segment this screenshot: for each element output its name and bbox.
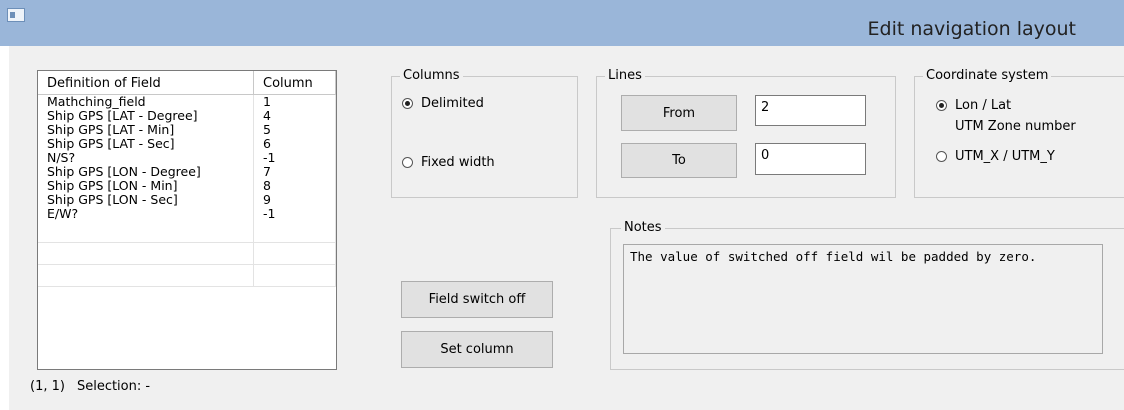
column-number-cell[interactable]: 1 (254, 95, 336, 109)
table-row[interactable]: Ship GPS [LON - Degree] 7 (38, 165, 336, 179)
column-number-cell[interactable]: -1 (254, 151, 336, 165)
lines-group: Lines From 2 To 0 (596, 68, 896, 198)
table-row[interactable]: Ship GPS [LAT - Sec] 6 (38, 137, 336, 151)
notes-group: Notes The value of switched off field wi… (610, 220, 1124, 370)
column-header-column[interactable]: Column (254, 71, 336, 94)
delimited-radio-dot[interactable] (402, 98, 413, 109)
status-line: (1, 1) Selection: - (30, 379, 162, 394)
column-number-cell[interactable]: -1 (254, 207, 336, 221)
field-definition-cell[interactable]: Mathching_field (38, 95, 254, 109)
set-column-button[interactable]: Set column (401, 331, 553, 368)
title-bar: Edit navigation layout (0, 0, 1124, 46)
notes-group-label: Notes (621, 220, 665, 236)
fixed-width-radio-dot[interactable] (402, 157, 413, 168)
to-line-field[interactable]: 0 (755, 143, 866, 175)
empty-cell[interactable] (38, 221, 254, 242)
empty-cell[interactable] (38, 243, 254, 264)
coordinate-system-label: Coordinate system (923, 68, 1052, 84)
field-definition-cell[interactable]: Ship GPS [LAT - Degree] (38, 109, 254, 123)
field-definition-grid[interactable]: Definition of Field Column Mathching_fie… (37, 70, 337, 370)
selection-status: Selection: - (76, 379, 151, 394)
utm-xy-label: UTM_X / UTM_Y (955, 149, 1055, 164)
notes-textbox[interactable]: The value of switched off field wil be p… (623, 244, 1103, 354)
lon-lat-radio[interactable]: Lon / Lat (936, 98, 1011, 113)
column-number-cell[interactable]: 7 (254, 165, 336, 179)
column-header-definition[interactable]: Definition of Field (38, 71, 254, 94)
to-button[interactable]: To (621, 143, 737, 178)
empty-cell[interactable] (254, 221, 336, 242)
empty-cell[interactable] (254, 265, 336, 286)
table-row[interactable]: Ship GPS [LAT - Min] 5 (38, 123, 336, 137)
empty-cell[interactable] (38, 265, 254, 286)
field-definition-cell[interactable]: Ship GPS [LON - Degree] (38, 165, 254, 179)
utm-xy-radio-dot[interactable] (936, 151, 947, 162)
grid-header: Definition of Field Column (38, 71, 336, 95)
fixed-width-radio[interactable]: Fixed width (402, 155, 495, 170)
column-number-cell[interactable]: 6 (254, 137, 336, 151)
empty-row[interactable] (38, 243, 336, 265)
columns-group-label: Columns (400, 68, 463, 84)
table-row[interactable]: Ship GPS [LON - Min] 8 (38, 179, 336, 193)
field-definition-cell[interactable]: Ship GPS [LAT - Min] (38, 123, 254, 137)
delimited-label: Delimited (421, 96, 484, 111)
table-row[interactable]: E/W? -1 (38, 207, 336, 221)
field-definition-cell[interactable]: Ship GPS [LON - Min] (38, 179, 254, 193)
table-row[interactable]: Ship GPS [LAT - Degree] 4 (38, 109, 336, 123)
dialog-body: Definition of Field Column Mathching_fie… (9, 46, 1124, 410)
lon-lat-radio-dot[interactable] (936, 100, 947, 111)
grid-body: Mathching_field 1 Ship GPS [LAT - Degree] 4… (38, 95, 336, 287)
column-number-cell[interactable]: 5 (254, 123, 336, 137)
utm-zone-label: UTM Zone number (955, 119, 1076, 134)
table-row[interactable]: Mathching_field 1 (38, 95, 336, 109)
empty-row[interactable] (38, 265, 336, 287)
field-definition-cell[interactable]: Ship GPS [LON - Sec] (38, 193, 254, 207)
lines-group-label: Lines (605, 68, 645, 84)
empty-row[interactable] (38, 221, 336, 243)
from-button[interactable]: From (621, 95, 737, 131)
cursor-position: (1, 1) (30, 379, 65, 394)
window-title: Edit navigation layout (867, 18, 1076, 40)
fixed-width-label: Fixed width (421, 155, 495, 170)
table-row[interactable]: Ship GPS [LON - Sec] 9 (38, 193, 336, 207)
coordinate-system-group: Coordinate system Lon / Lat UTM Zone num… (914, 68, 1124, 198)
from-line-field[interactable]: 2 (755, 95, 866, 126)
field-switch-off-button[interactable]: Field switch off (401, 281, 553, 318)
delimited-radio[interactable]: Delimited (402, 96, 484, 111)
column-number-cell[interactable]: 8 (254, 179, 336, 193)
utm-xy-radio[interactable]: UTM_X / UTM_Y (936, 149, 1055, 164)
lon-lat-label: Lon / Lat (955, 98, 1012, 113)
column-number-cell[interactable]: 4 (254, 109, 336, 123)
field-definition-cell[interactable]: Ship GPS [LAT - Sec] (38, 137, 254, 151)
field-definition-cell[interactable]: N/S? (38, 151, 254, 165)
field-definition-cell[interactable]: E/W? (38, 207, 254, 221)
notes-text: The value of switched off field wil be p… (630, 249, 1037, 264)
columns-group: Columns Delimited Fixed width (391, 68, 578, 198)
table-row[interactable]: N/S? -1 (38, 151, 336, 165)
window-icon (7, 8, 25, 22)
column-number-cell[interactable]: 9 (254, 193, 336, 207)
empty-cell[interactable] (254, 243, 336, 264)
